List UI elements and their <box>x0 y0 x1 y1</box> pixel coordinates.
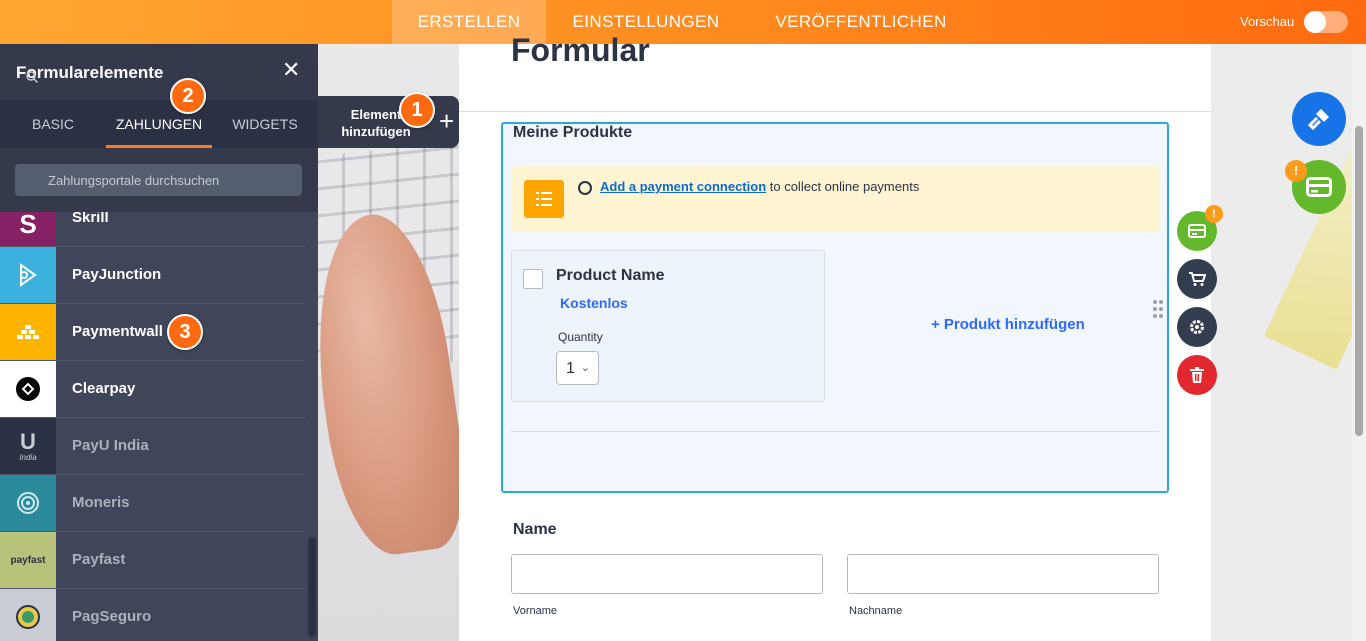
plus-icon: + <box>439 106 455 136</box>
top-navigation-bar: ERSTELLEN EINSTELLUNGEN VERÖFFENTLICHEN … <box>0 0 1366 44</box>
quantity-value: 1 <box>566 360 575 377</box>
divider <box>511 431 1159 432</box>
pagseguro-logo <box>0 589 56 641</box>
list-item-payu-india[interactable]: U India PayU India <box>0 418 306 475</box>
gateway-label: Moneris <box>72 494 130 511</box>
checklist-icon <box>524 180 564 218</box>
product-item: Product Name Kostenlos Quantity 1 ⌄ <box>511 250 825 402</box>
step-callout-3: 3 <box>167 314 203 350</box>
gateway-label: PagSeguro <box>72 608 152 625</box>
product-settings-button[interactable] <box>1177 259 1217 299</box>
list-item-clearpay[interactable]: Clearpay <box>0 361 306 418</box>
first-name-sublabel: Vorname <box>513 605 558 617</box>
payment-search-input[interactable] <box>15 164 302 196</box>
search-icon <box>26 71 38 83</box>
preview-toggle[interactable] <box>1304 11 1348 33</box>
notice-text: Add a payment connection to collect onli… <box>600 179 919 194</box>
product-list-field[interactable]: Meine Produkte Add a payment connection … <box>501 122 1169 493</box>
notice-suffix: to collect online payments <box>766 179 920 194</box>
chevron-down-icon: ⌄ <box>580 362 590 374</box>
notice-radio <box>578 181 592 195</box>
payjunction-logo <box>0 247 56 303</box>
name-field-label[interactable]: Name <box>513 521 557 539</box>
close-icon[interactable]: ✕ <box>282 59 300 81</box>
gateway-label: Skrill <box>72 212 109 226</box>
sidebar-tabs: BASIC ZAHLUNGEN WIDGETS <box>0 100 318 148</box>
payfast-logo-text: payfast <box>10 554 46 566</box>
cart-icon <box>1189 272 1206 286</box>
list-item-payfast[interactable]: payfast Payfast <box>0 532 306 589</box>
payu-india-logo: U India <box>0 418 56 474</box>
list-item-paymentwall[interactable]: Paymentwall <box>0 304 306 361</box>
last-name-input[interactable] <box>847 554 1159 594</box>
credit-card-icon <box>1306 177 1332 197</box>
search-area <box>0 148 318 212</box>
list-item-skrill[interactable]: S Skrill <box>0 212 306 247</box>
trash-icon <box>1190 367 1204 383</box>
tab-widgets[interactable]: WIDGETS <box>224 100 306 148</box>
gateway-label: PayU India <box>72 437 149 454</box>
payment-connection-notice: Add a payment connection to collect onli… <box>512 166 1160 232</box>
delete-field-button[interactable] <box>1177 355 1217 395</box>
credit-card-icon <box>1188 224 1206 238</box>
last-name-sublabel: Nachname <box>849 605 903 617</box>
skrill-logo: S <box>0 212 56 246</box>
form-canvas: Formular Meine Produkte Add a payment co… <box>459 32 1211 641</box>
warning-badge: ! <box>1285 160 1307 182</box>
add-element-button[interactable]: Element hinzufügen + <box>318 96 459 148</box>
gateway-label: Payfast <box>72 551 126 568</box>
sidebar-scrollbar-thumb[interactable] <box>308 537 316 637</box>
gear-icon <box>1190 320 1204 334</box>
tab-veroeffentlichen[interactable]: VERÖFFENTLICHEN <box>756 0 966 44</box>
list-item-payjunction[interactable]: PayJunction <box>0 247 306 304</box>
product-price: Kostenlos <box>560 295 628 311</box>
payu-india-logo-text: India <box>19 452 37 462</box>
drag-handle-icon[interactable] <box>1153 300 1165 320</box>
scrollbar-thumb[interactable] <box>1355 126 1363 436</box>
preview-label: Vorschau <box>1240 14 1295 29</box>
field-properties-button[interactable] <box>1177 307 1217 347</box>
form-title[interactable]: Formular <box>511 32 650 69</box>
form-elements-sidebar: Formularelemente ✕ BASIC ZAHLUNGEN WIDGE… <box>0 44 318 641</box>
paint-roller-icon <box>1307 109 1329 131</box>
moneris-logo <box>0 475 56 531</box>
paymentwall-logo <box>0 304 56 360</box>
gateway-label: Paymentwall <box>72 323 163 340</box>
quantity-label: Quantity <box>558 330 603 344</box>
page-scrollbar[interactable] <box>1352 44 1366 641</box>
divider <box>459 111 1211 112</box>
step-callout-1: 1 <box>399 92 435 128</box>
list-item-pagseguro[interactable]: PagSeguro <box>0 589 306 641</box>
add-payment-connection-link[interactable]: Add a payment connection <box>600 179 766 194</box>
product-section-heading[interactable]: Meine Produkte <box>513 124 632 142</box>
list-item-moneris[interactable]: Moneris <box>0 475 306 532</box>
payment-gateway-list: S Skrill PayJunction Paymentwall Clearpa… <box>0 212 306 641</box>
gateway-label: PayJunction <box>72 266 162 283</box>
add-product-button[interactable]: + Produkt hinzufügen <box>931 316 1085 333</box>
sidebar-title: Formularelemente <box>16 63 164 82</box>
product-name: Product Name <box>556 267 665 284</box>
payfast-logo: payfast <box>0 532 56 588</box>
quantity-select[interactable]: 1 ⌄ <box>556 351 599 385</box>
sidebar-scrollbar[interactable] <box>306 212 318 641</box>
tab-basic[interactable]: BASIC <box>16 100 90 148</box>
product-checkbox[interactable] <box>523 269 543 289</box>
gateway-label: Clearpay <box>72 380 136 397</box>
sidebar-header: Formularelemente ✕ <box>0 44 318 100</box>
step-callout-2: 2 <box>170 78 206 114</box>
decoration-image <box>1264 118 1366 370</box>
toggle-knob <box>1304 11 1326 33</box>
first-name-input[interactable] <box>511 554 823 594</box>
form-designer-button[interactable] <box>1292 92 1346 146</box>
background-photo-right <box>1211 44 1366 641</box>
clearpay-logo <box>0 361 56 417</box>
warning-badge: ! <box>1205 205 1223 223</box>
